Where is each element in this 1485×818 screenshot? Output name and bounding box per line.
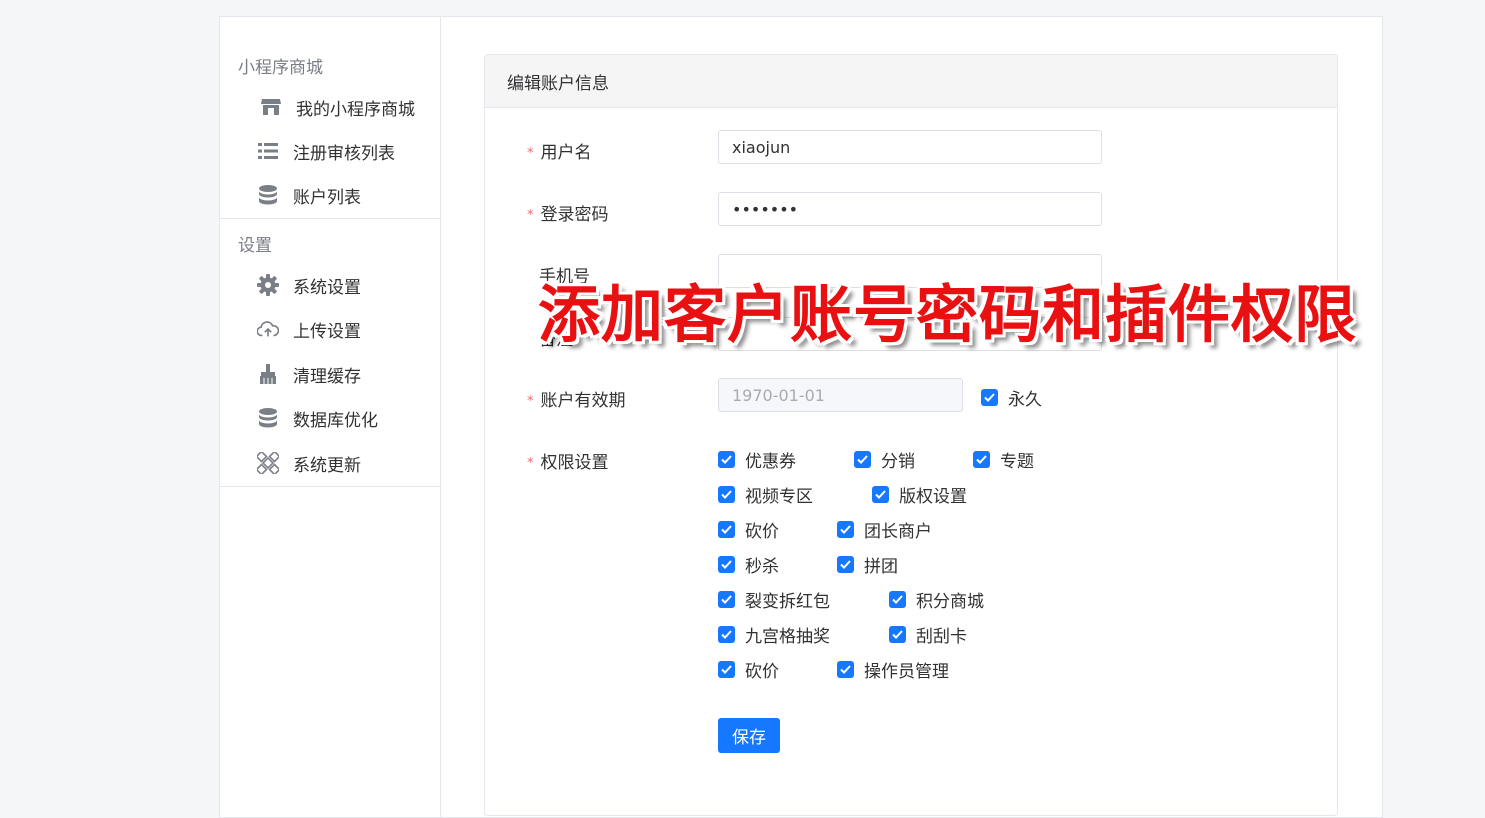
card-title: 编辑账户信息 <box>485 55 1337 108</box>
checkmark-icon <box>837 556 854 573</box>
list-icon <box>257 140 279 162</box>
permission-checkbox[interactable]: 刮刮卡 <box>889 622 967 647</box>
checkmark-icon <box>837 521 854 538</box>
permission-checkbox[interactable]: 视频专区 <box>718 482 813 507</box>
broom-icon <box>257 363 279 385</box>
sidebar-group-title: 设置 <box>238 236 272 256</box>
required-marker: * <box>527 208 534 223</box>
required-marker: * <box>527 146 534 161</box>
permission-checkbox[interactable]: 专题 <box>973 447 1034 472</box>
checkmark-icon <box>718 626 735 643</box>
permission-checkbox[interactable]: 砍价 <box>718 517 779 542</box>
permissions-label: * 权限设置 <box>527 453 609 473</box>
permission-label: 操作员管理 <box>864 662 949 682</box>
permission-label: 视频专区 <box>745 487 813 507</box>
permission-label: 专题 <box>1000 452 1034 472</box>
permission-label: 积分商城 <box>916 592 984 612</box>
checkmark-icon <box>718 661 735 678</box>
password-label: * 登录密码 <box>527 205 609 225</box>
sidebar-divider <box>220 486 440 487</box>
forever-checkbox[interactable]: 永久 <box>981 385 1042 410</box>
sidebar-item-my-mall[interactable]: 我的小程序商城 <box>220 87 440 127</box>
save-button[interactable]: 保存 <box>718 718 780 753</box>
permission-checkbox[interactable]: 裂变拆红包 <box>718 587 830 612</box>
permission-checkbox[interactable]: 团长商户 <box>837 517 932 542</box>
permission-label: 裂变拆红包 <box>745 592 830 612</box>
username-label: * 用户名 <box>527 143 592 163</box>
permission-label: 砍价 <box>745 662 779 682</box>
sidebar-item-label: 系统设置 <box>293 277 361 298</box>
permission-label: 团长商户 <box>864 522 932 542</box>
gear-icon <box>257 274 279 296</box>
permission-label: 秒杀 <box>745 557 779 577</box>
checkmark-icon <box>973 451 990 468</box>
permission-label: 版权设置 <box>899 487 967 507</box>
permission-label: 刮刮卡 <box>916 627 967 647</box>
checkmark-icon <box>872 486 889 503</box>
sidebar-item-system-settings[interactable]: 系统设置 <box>220 265 440 305</box>
permission-label: 分销 <box>881 452 915 472</box>
permission-checkbox[interactable]: 操作员管理 <box>837 657 949 682</box>
sidebar-item-label: 数据库优化 <box>293 410 378 431</box>
permission-label: 九宫格抽奖 <box>745 627 830 647</box>
expiry-date-input <box>718 378 963 412</box>
sidebar-item-upload-settings[interactable]: 上传设置 <box>220 309 440 349</box>
checkmark-icon <box>981 389 998 406</box>
checkmark-icon <box>718 591 735 608</box>
username-input[interactable] <box>718 130 1102 164</box>
checkmark-icon <box>718 486 735 503</box>
overlay-banner: 添加客户账号密码和插件权限 <box>538 278 1358 351</box>
permission-checkbox[interactable]: 分销 <box>854 447 915 472</box>
sidebar-group-title: 小程序商城 <box>238 58 323 78</box>
permission-label: 拼团 <box>864 557 898 577</box>
sidebar-item-clear-cache[interactable]: 清理缓存 <box>220 354 440 394</box>
sidebar-item-label: 注册审核列表 <box>293 143 395 164</box>
permission-checkbox[interactable]: 版权设置 <box>872 482 967 507</box>
password-input[interactable] <box>718 192 1102 226</box>
edit-account-card: 编辑账户信息 *用户名 *登录密码 手机号 备注 *账户有效期 永久 <box>484 54 1338 816</box>
checkmark-icon <box>718 521 735 538</box>
permission-checkbox[interactable]: 优惠券 <box>718 447 796 472</box>
expiry-label: * 账户有效期 <box>527 391 626 411</box>
required-marker: * <box>527 394 534 409</box>
permission-label: 砍价 <box>745 522 779 542</box>
sidebar-item-label: 我的小程序商城 <box>296 99 415 120</box>
sidebar-item-label: 系统更新 <box>293 455 361 476</box>
database-icon <box>257 407 279 429</box>
checkmark-icon <box>854 451 871 468</box>
update-icon <box>257 452 279 474</box>
checkmark-icon <box>837 661 854 678</box>
permission-checkbox[interactable]: 积分商城 <box>889 587 984 612</box>
app-frame: 小程序商城 我的小程序商城 注册审核列表 账户列表 设置 系统设置 上传设置 清… <box>219 16 1383 818</box>
checkbox-label: 永久 <box>1008 390 1042 410</box>
permission-checkbox[interactable]: 拼团 <box>837 552 898 577</box>
checkmark-icon <box>718 556 735 573</box>
sidebar-item-label: 清理缓存 <box>293 366 361 387</box>
sidebar: 小程序商城 我的小程序商城 注册审核列表 账户列表 设置 系统设置 上传设置 清… <box>220 17 441 817</box>
checkmark-icon <box>889 591 906 608</box>
checkmark-icon <box>718 451 735 468</box>
sidebar-item-account-list[interactable]: 账户列表 <box>220 175 440 215</box>
sidebar-item-system-update[interactable]: 系统更新 <box>220 443 440 483</box>
permission-checkbox[interactable]: 九宫格抽奖 <box>718 622 830 647</box>
sidebar-item-label: 上传设置 <box>293 321 361 342</box>
cloud-upload-icon <box>257 318 279 340</box>
permission-checkbox[interactable]: 秒杀 <box>718 552 779 577</box>
store-icon <box>260 96 282 118</box>
permission-checkbox[interactable]: 砍价 <box>718 657 779 682</box>
permission-label: 优惠券 <box>745 452 796 472</box>
checkmark-icon <box>889 626 906 643</box>
sidebar-divider <box>220 218 440 219</box>
sidebar-item-db-optimize[interactable]: 数据库优化 <box>220 398 440 438</box>
sidebar-item-register-review[interactable]: 注册审核列表 <box>220 131 440 171</box>
required-marker: * <box>527 456 534 471</box>
database-icon <box>257 184 279 206</box>
sidebar-item-label: 账户列表 <box>293 187 361 208</box>
